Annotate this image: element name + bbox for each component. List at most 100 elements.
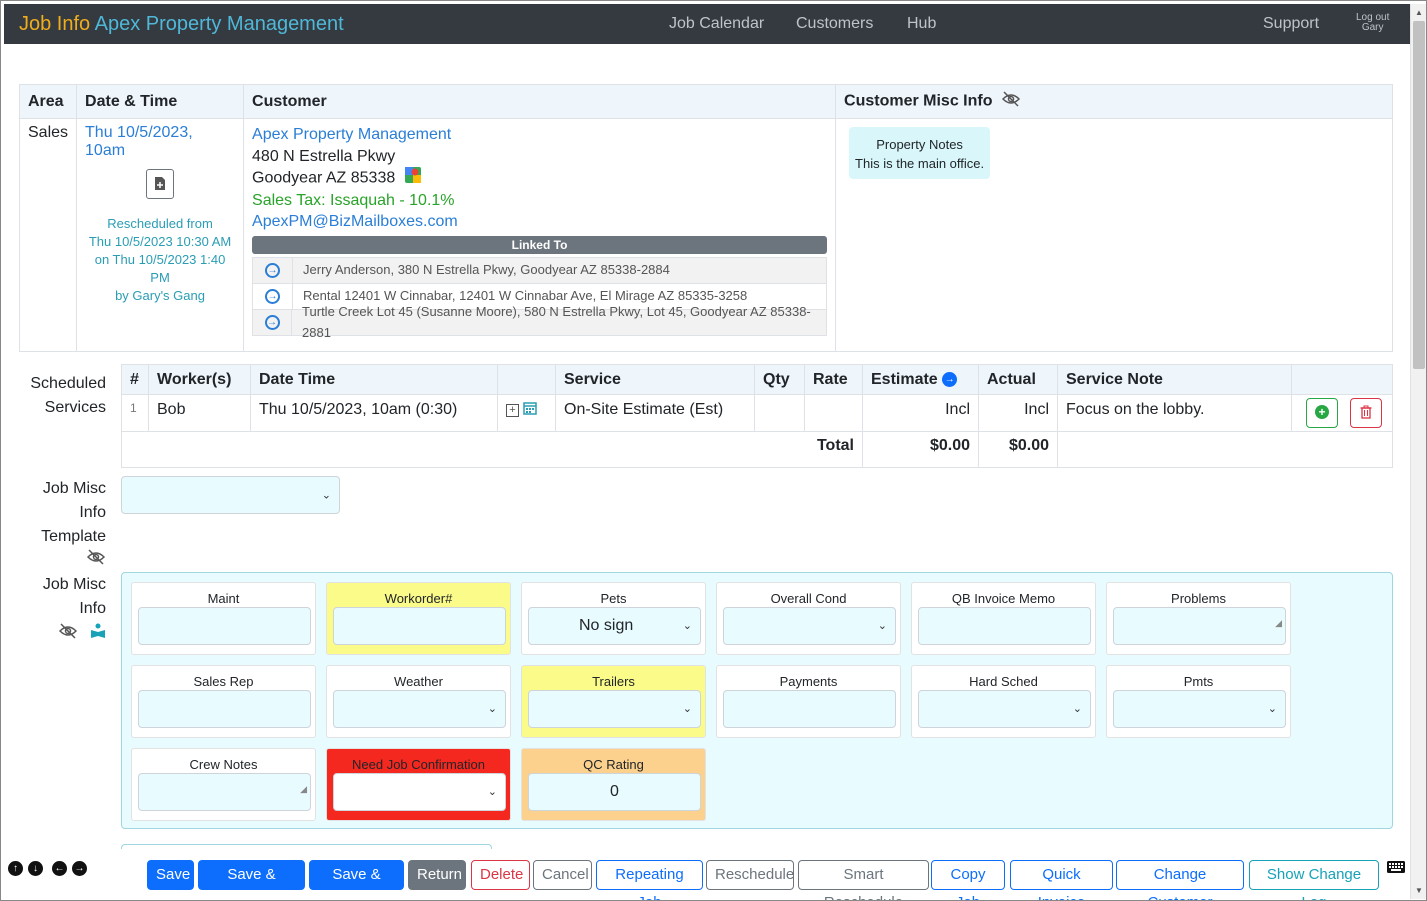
nav-job-calendar[interactable]: Job Calendar [669,15,764,33]
template-select[interactable]: ⌄ [121,476,340,514]
field-pets: Pets No sign ⌄ [521,582,706,655]
scroll-up-icon[interactable]: ▲ [1415,8,1423,17]
resize-grip-icon[interactable]: ◢ [300,771,307,807]
area-cell: Sales [18,118,78,352]
chevron-down-icon: ⌄ [1072,703,1082,715]
smart-reschedule-button[interactable]: Smart Reschedule [798,860,929,900]
save-return-button[interactable]: Save & Return [198,860,305,900]
maint-input[interactable] [138,607,311,645]
qb-invoice-memo-input[interactable] [918,607,1091,645]
linked-text: Jerry Anderson, 380 N Estrella Pkwy, Goo… [303,262,670,278]
eye-slash-icon[interactable] [58,623,82,643]
add-service-button[interactable]: + [1306,398,1338,428]
nav-customers[interactable]: Customers [796,15,873,33]
customer-name-link[interactable]: Apex Property Management [252,124,827,146]
pmts-select[interactable]: ⌄ [1113,690,1286,728]
delete-button[interactable]: Delete [471,860,530,890]
svc-datetime[interactable]: Thu 10/5/2023, 10am (0:30) [250,394,498,432]
sales-rep-input[interactable] [138,690,311,728]
field-label: QC Rating [583,757,644,772]
copy-job-button[interactable]: Copy Job [931,860,1005,900]
chevron-down-icon: ⌄ [487,703,497,715]
hard-sched-select[interactable]: ⌄ [918,690,1091,728]
job-datetime-link[interactable]: Thu 10/5/2023, 10am [85,124,235,160]
field-label: Payments [779,674,838,689]
scroll-thumb[interactable] [1413,21,1425,369]
vertical-scrollbar[interactable]: ▲ ▼ [1410,4,1426,899]
svc-header-service: Service [555,364,755,395]
field-workorder: Workorder# [326,582,511,655]
field-label: Need Job Confirmation [352,757,485,772]
template-label-line1: Job Misc [42,480,106,497]
nav-hub[interactable]: Hub [907,15,936,33]
need-job-confirmation-select[interactable]: ⌄ [333,773,506,811]
return-button[interactable]: Return [408,860,466,890]
field-label: Pmts [1183,674,1214,689]
svc-service[interactable]: On-Site Estimate (Est) [555,394,755,432]
svc-header-rate: Rate [804,364,863,395]
field-qb-invoice-memo: QB Invoice Memo [911,582,1096,655]
arrow-right-icon[interactable]: → [265,262,281,278]
field-label: Workorder# [384,591,453,606]
cancel-button[interactable]: Cancel [533,860,592,890]
plus-square-icon[interactable]: + [506,403,519,417]
customer-address1: 480 N Estrella Pkwy [252,147,396,165]
qc-rating-input[interactable]: 0 [528,773,701,811]
weather-select[interactable]: ⌄ [333,690,506,728]
document-icon[interactable] [146,169,175,199]
misc-label-line1: Job Misc [42,576,106,593]
eye-slash-icon[interactable] [1001,91,1021,112]
service-row[interactable]: 1 Bob Thu 10/5/2023, 10am (0:30) + On-Si… [121,394,1393,432]
svc-actual[interactable]: Incl [978,394,1058,432]
chevron-down-icon: ⌄ [682,620,692,632]
delete-service-button[interactable] [1350,398,1383,428]
sales-tax-text: Sales Tax: Issaquah - 10.1% [252,191,455,209]
quick-invoice-button[interactable]: Quick Invoice [1010,860,1113,900]
linked-to-header: Linked To [252,235,828,254]
company-name[interactable]: Apex Property Management [95,13,344,35]
pets-select[interactable]: No sign ⌄ [528,607,701,645]
arrow-right-icon[interactable]: → [265,288,281,304]
field-label: QB Invoice Memo [951,591,1056,606]
eye-slash-icon[interactable] [21,549,106,573]
workorder-input[interactable] [333,607,506,645]
arrow-up-icon[interactable]: ↑ [8,861,23,876]
reschedule-line-1: Rescheduled from [107,216,213,231]
save-button[interactable]: Save [147,860,194,890]
svc-note[interactable]: Focus on the lobby. [1057,394,1292,432]
customer-email-link[interactable]: ApexPM@BizMailboxes.com [252,211,827,233]
resize-grip-icon[interactable]: ◢ [1275,605,1282,641]
overall-cond-select[interactable]: ⌄ [723,607,896,645]
reschedule-button[interactable]: Reschedule [706,860,794,890]
linked-arrow-cell: → [253,283,294,309]
svc-qty[interactable] [754,394,805,432]
repeating-job-button[interactable]: Repeating Job [596,860,703,900]
problems-textarea[interactable]: ◢ [1113,607,1286,645]
estimate-arrow-icon[interactable]: → [942,371,958,387]
field-pmts: Pmts ⌄ [1106,665,1291,738]
header-customer: Customer [243,84,837,119]
trailers-select[interactable]: ⌄ [528,690,701,728]
arrow-right-icon[interactable]: → [264,314,280,330]
svc-rate[interactable] [804,394,863,432]
plus-circle-icon: + [1315,405,1329,419]
svc-estimate[interactable]: Incl [862,394,979,432]
change-customer-button[interactable]: Change Customer [1116,860,1244,900]
crew-notes-textarea[interactable]: ◢ [138,773,311,811]
show-change-log-button[interactable]: Show Change Log [1249,860,1379,900]
save-next-button[interactable]: Save & Next [309,860,404,900]
logout-link[interactable]: Log out Gary [1356,13,1389,33]
arrow-right-icon[interactable]: → [72,861,87,876]
field-weather: Weather ⌄ [326,665,511,738]
book-reader-icon[interactable] [90,623,106,643]
payments-input[interactable] [723,690,896,728]
arrow-left-icon[interactable]: ← [52,861,67,876]
calendar-icon[interactable] [523,401,537,419]
arrow-down-icon[interactable]: ↓ [28,861,43,876]
svc-workers[interactable]: Bob [148,394,251,432]
nav-support[interactable]: Support [1263,15,1319,33]
map-pin-icon[interactable] [404,167,421,190]
svc-num: 1 [121,394,149,432]
keyboard-icon[interactable] [1387,860,1405,878]
scroll-down-icon[interactable]: ▼ [1415,886,1423,895]
